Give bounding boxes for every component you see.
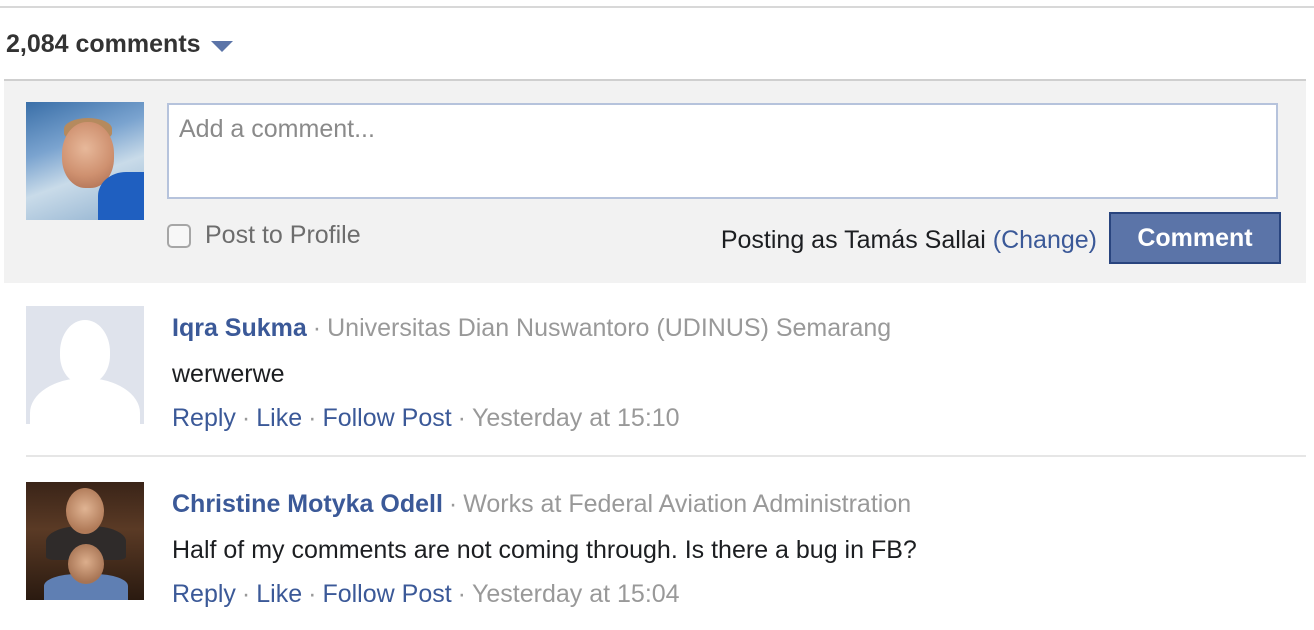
comment-author-org[interactable]: Federal Aviation Administration bbox=[568, 490, 911, 518]
comment-text: Half of my comments are not coming throu… bbox=[172, 536, 917, 564]
change-identity-link[interactable]: (Change) bbox=[993, 226, 1097, 254]
follow-post-link[interactable]: Follow Post bbox=[322, 580, 451, 608]
works-at-label: Works at bbox=[463, 490, 562, 518]
top-divider bbox=[0, 6, 1314, 8]
post-to-profile-option[interactable]: Post to Profile bbox=[167, 221, 361, 250]
comment-divider bbox=[26, 455, 1306, 457]
comment-meta: Iqra Sukma · Universitas Dian Nuswantoro (… bbox=[172, 314, 892, 342]
posting-as-label: Posting as Tamás Sallai bbox=[720, 226, 986, 254]
comment-submit-button[interactable]: Comment bbox=[1109, 212, 1281, 264]
comments-count: 2,084 comments bbox=[6, 30, 201, 58]
comment-author-org[interactable]: Universitas Dian Nuswantoro (UDINUS) Sem… bbox=[327, 314, 891, 342]
like-link[interactable]: Like bbox=[256, 580, 302, 608]
reply-link[interactable]: Reply bbox=[172, 404, 236, 432]
comment-text: werwerwe bbox=[172, 360, 285, 388]
follow-post-link[interactable]: Follow Post bbox=[322, 404, 451, 432]
comment-author-link[interactable]: Christine Motyka Odell bbox=[172, 490, 443, 518]
comment-actions: Reply · Like · Follow Post · Yesterday at 15:0… bbox=[172, 580, 680, 608]
comment-timestamp[interactable]: Yesterday at 15:04 bbox=[472, 580, 680, 608]
comment-input[interactable] bbox=[167, 103, 1278, 199]
comment-author-link[interactable]: Iqra Sukma bbox=[172, 314, 307, 342]
comments-header[interactable]: 2,084 comments bbox=[6, 30, 233, 59]
user-photo-avatar[interactable] bbox=[26, 482, 144, 600]
like-link[interactable]: Like bbox=[256, 404, 302, 432]
reply-link[interactable]: Reply bbox=[172, 580, 236, 608]
post-to-profile-checkbox[interactable] bbox=[167, 223, 191, 248]
post-to-profile-label: Post to Profile bbox=[205, 221, 361, 249]
current-user-avatar bbox=[26, 102, 144, 220]
comment-actions: Reply · Like · Follow Post · Yesterday at 15:1… bbox=[172, 404, 680, 432]
posting-as-info: Posting as Tamás Sallai (Change) bbox=[721, 226, 1097, 255]
comment-composer: Post to Profile Posting as Tamás Sallai … bbox=[4, 79, 1306, 283]
comment-meta: Christine Motyka Odell · Works at Federal … bbox=[172, 490, 912, 518]
default-avatar-icon[interactable] bbox=[26, 306, 144, 424]
caret-down-icon[interactable] bbox=[210, 41, 233, 52]
comment-timestamp[interactable]: Yesterday at 15:10 bbox=[472, 404, 680, 432]
